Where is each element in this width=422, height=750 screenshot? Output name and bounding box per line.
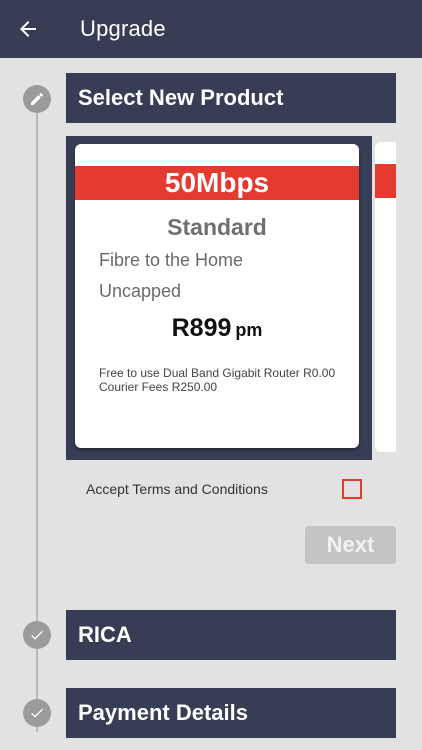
fineprint-line: Courier Fees R250.00 xyxy=(99,380,218,394)
product-price: R899 pm xyxy=(75,314,359,343)
step-2-indicator xyxy=(23,621,51,649)
pencil-icon xyxy=(31,92,43,105)
price-amount: R899 xyxy=(171,314,232,342)
product-tier: Standard xyxy=(167,214,267,240)
terms-label: Accept Terms and Conditions xyxy=(86,481,268,497)
product-speed: 50Mbps xyxy=(75,166,359,200)
price-unit: pm xyxy=(235,320,263,340)
product-card: 50Mbps Standard Fibre to the Home Uncapp… xyxy=(75,144,359,448)
back-button[interactable] xyxy=(12,14,44,44)
product-card-selected[interactable]: 50Mbps Standard Fibre to the Home Uncapp… xyxy=(66,136,372,460)
check-icon xyxy=(31,708,43,718)
product-feature: Fibre to the Home xyxy=(99,250,244,270)
step-3-indicator xyxy=(23,699,51,727)
app-bar: Upgrade xyxy=(0,0,422,58)
step-header-payment-details[interactable]: Payment Details xyxy=(66,688,396,738)
product-fineprint: Free to use Dual Band Gigabit Router R0.… xyxy=(99,366,357,394)
product-carousel[interactable]: 50Mbps Standard Fibre to the Home Uncapp… xyxy=(66,136,396,460)
arrow-left-icon xyxy=(20,21,36,37)
check-icon xyxy=(31,630,43,640)
product-feature: Uncapped xyxy=(99,281,182,301)
next-product-speed-band xyxy=(375,164,396,198)
step-header-select-product[interactable]: Select New Product xyxy=(66,73,396,123)
fineprint-line: Free to use Dual Band Gigabit Router R0.… xyxy=(99,366,336,380)
page-title: Upgrade xyxy=(80,16,166,41)
step-header-rica[interactable]: RICA xyxy=(66,610,396,660)
step-1-indicator xyxy=(23,85,51,113)
next-button[interactable]: Next xyxy=(305,526,396,564)
next-product-card-peek[interactable] xyxy=(375,142,396,452)
terms-checkbox[interactable] xyxy=(342,479,362,499)
